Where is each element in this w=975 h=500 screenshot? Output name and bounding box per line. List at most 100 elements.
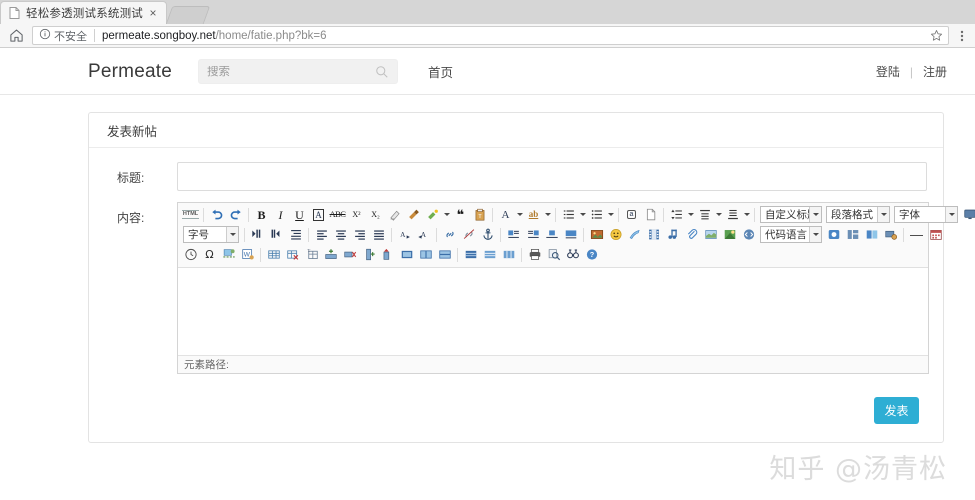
image-left-float-icon[interactable] bbox=[504, 226, 523, 244]
image-none-icon[interactable] bbox=[561, 226, 580, 244]
merge-down-icon[interactable] bbox=[461, 246, 480, 264]
search-replace-icon[interactable] bbox=[563, 246, 582, 264]
print-icon[interactable] bbox=[525, 246, 544, 264]
paragraph-spacing-dropdown-arrow[interactable] bbox=[714, 206, 723, 224]
preview-icon[interactable] bbox=[544, 246, 563, 264]
font-color-icon[interactable]: A bbox=[496, 206, 515, 224]
browser-tab[interactable]: 轻松参透测试系统测试 × bbox=[0, 1, 167, 24]
italic-icon[interactable]: I bbox=[271, 206, 290, 224]
music-icon[interactable] bbox=[663, 226, 682, 244]
gmap-icon[interactable] bbox=[720, 226, 739, 244]
custom-heading-select[interactable]: 自定义标题 bbox=[760, 206, 822, 223]
webapp-icon[interactable] bbox=[824, 226, 843, 244]
subscript-icon[interactable]: X₂ bbox=[366, 206, 385, 224]
link-icon[interactable] bbox=[440, 226, 459, 244]
login-link[interactable]: 登陆 bbox=[876, 63, 900, 80]
paragraph-format-select[interactable]: 段落格式 bbox=[826, 206, 890, 223]
search-input[interactable] bbox=[206, 65, 375, 78]
font-size-select[interactable]: 字号 bbox=[183, 226, 239, 243]
align-center-icon[interactable] bbox=[331, 226, 350, 244]
merge-cells-icon[interactable] bbox=[397, 246, 416, 264]
star-icon[interactable] bbox=[928, 28, 944, 44]
editor-content-area[interactable] bbox=[178, 268, 928, 355]
split-to-rows-icon[interactable] bbox=[480, 246, 499, 264]
search-icon[interactable] bbox=[375, 65, 389, 79]
insert-row-icon[interactable] bbox=[321, 246, 340, 264]
unordered-list-dropdown-arrow[interactable] bbox=[606, 206, 615, 224]
tab-close-icon[interactable]: × bbox=[146, 6, 160, 20]
page-break-icon[interactable] bbox=[219, 246, 238, 264]
align-right-icon[interactable] bbox=[350, 226, 369, 244]
blockquote-icon[interactable]: ❝ bbox=[451, 206, 470, 224]
insert-image-icon[interactable] bbox=[587, 226, 606, 244]
remove-format-icon[interactable] bbox=[385, 206, 404, 224]
align-justify-icon[interactable] bbox=[369, 226, 388, 244]
clear-doc-icon[interactable] bbox=[641, 206, 660, 224]
split-to-cols-icon[interactable] bbox=[499, 246, 518, 264]
auto-typeset-dropdown-arrow[interactable] bbox=[442, 206, 451, 224]
ordered-list-dropdown-arrow[interactable] bbox=[578, 206, 587, 224]
text-indent-icon[interactable] bbox=[286, 226, 305, 244]
insert-video-icon[interactable] bbox=[644, 226, 663, 244]
background-color-dropdown-arrow[interactable] bbox=[543, 206, 552, 224]
background-icon[interactable] bbox=[862, 226, 881, 244]
outdent-icon[interactable] bbox=[267, 226, 286, 244]
underline-icon[interactable]: U bbox=[290, 206, 309, 224]
template-icon[interactable] bbox=[843, 226, 862, 244]
attachment-icon[interactable] bbox=[682, 226, 701, 244]
ordered-list-icon[interactable] bbox=[559, 206, 578, 224]
font-family-select[interactable]: 字体 bbox=[894, 206, 958, 223]
word-import-icon[interactable]: W bbox=[238, 246, 257, 264]
indent-icon[interactable] bbox=[248, 226, 267, 244]
font-color-dropdown-arrow[interactable] bbox=[515, 206, 524, 224]
anchor-icon[interactable] bbox=[478, 226, 497, 244]
background-color-icon[interactable]: ab bbox=[524, 206, 543, 224]
browser-menu-icon[interactable] bbox=[955, 26, 969, 46]
insert-column-icon[interactable] bbox=[359, 246, 378, 264]
unlink-icon[interactable] bbox=[459, 226, 478, 244]
nav-item-home[interactable]: 首页 bbox=[428, 62, 453, 81]
table-properties-icon[interactable]: T bbox=[302, 246, 321, 264]
emoticon-icon[interactable] bbox=[606, 226, 625, 244]
insert-code-icon[interactable] bbox=[739, 226, 758, 244]
auto-typeset-icon[interactable] bbox=[423, 206, 442, 224]
split-cells-icon[interactable] bbox=[416, 246, 435, 264]
title-input[interactable] bbox=[177, 162, 927, 191]
strikethrough-icon[interactable]: ABC bbox=[328, 206, 347, 224]
image-center-icon[interactable] bbox=[542, 226, 561, 244]
url-bar[interactable]: 不安全 permeate.songboy.net /home/fatie.php… bbox=[32, 26, 949, 45]
paste-plain-icon[interactable]: T bbox=[470, 206, 489, 224]
snapscreen-icon[interactable] bbox=[881, 226, 900, 244]
home-icon[interactable] bbox=[6, 26, 26, 46]
direction-ltr-icon[interactable]: A bbox=[395, 226, 414, 244]
site-brand[interactable]: Permeate bbox=[88, 61, 172, 83]
calendar-icon[interactable] bbox=[926, 226, 945, 244]
unordered-list-icon[interactable] bbox=[587, 206, 606, 224]
delete-row-icon[interactable] bbox=[340, 246, 359, 264]
insert-time-icon[interactable] bbox=[181, 246, 200, 264]
paragraph-spacing-top-icon[interactable] bbox=[695, 206, 714, 224]
fullscreen-icon[interactable] bbox=[960, 206, 975, 224]
register-link[interactable]: 注册 bbox=[923, 63, 947, 80]
delete-table-icon[interactable] bbox=[283, 246, 302, 264]
help-icon[interactable]: ? bbox=[582, 246, 601, 264]
font-border-icon[interactable]: A bbox=[309, 206, 328, 224]
image-right-float-icon[interactable] bbox=[523, 226, 542, 244]
search-box[interactable] bbox=[197, 59, 398, 84]
superscript-icon[interactable]: X² bbox=[347, 206, 366, 224]
security-chip[interactable]: 不安全 bbox=[39, 28, 87, 44]
special-character-icon[interactable]: Ω bbox=[200, 246, 219, 264]
horizontal-rule-icon[interactable]: — bbox=[907, 226, 926, 244]
paragraph-spacing-bottom-dropdown-arrow[interactable] bbox=[742, 206, 751, 224]
new-tab-button[interactable] bbox=[165, 6, 211, 24]
align-left-icon[interactable] bbox=[312, 226, 331, 244]
select-all-icon[interactable]: a bbox=[622, 206, 641, 224]
merge-right-icon[interactable] bbox=[435, 246, 454, 264]
source-code-icon[interactable]: HTML bbox=[181, 206, 200, 224]
delete-column-icon[interactable] bbox=[378, 246, 397, 264]
scrawl-icon[interactable] bbox=[625, 226, 644, 244]
code-language-select[interactable]: 代码语言 bbox=[760, 226, 822, 243]
map-icon[interactable] bbox=[701, 226, 720, 244]
publish-button[interactable]: 发表 bbox=[874, 397, 919, 424]
line-height-icon[interactable] bbox=[667, 206, 686, 224]
